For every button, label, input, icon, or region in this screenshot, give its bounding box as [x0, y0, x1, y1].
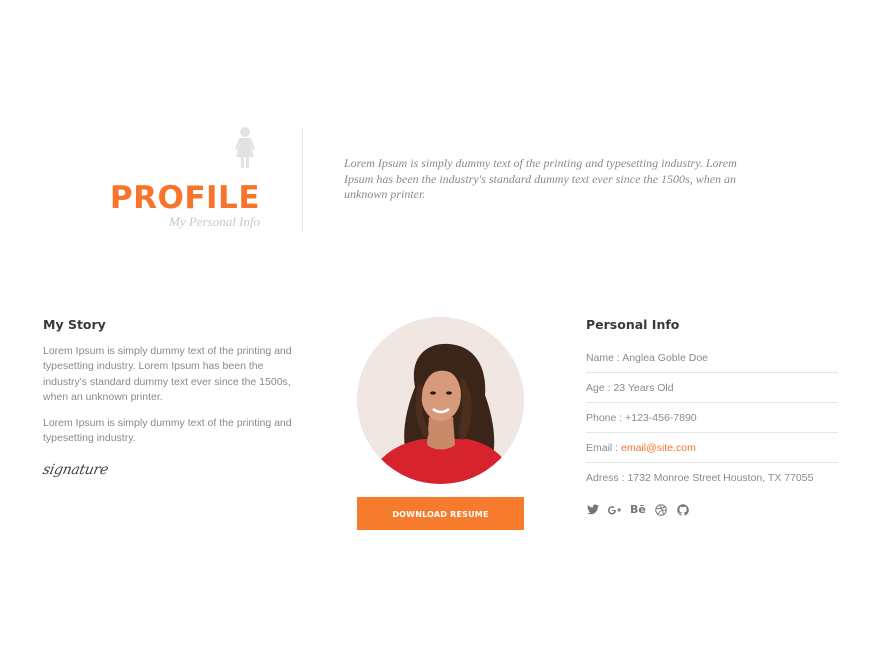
info-row-name: Name : Anglea Goble Doe — [586, 343, 838, 373]
social-links: Bē — [586, 503, 690, 516]
age-value: 23 Years Old — [613, 382, 674, 394]
download-resume-button[interactable]: DOWNLOAD RESUME — [357, 497, 524, 530]
email-label: Email : — [586, 442, 619, 454]
phone-label: Phone : — [586, 412, 623, 424]
age-label: Age : — [586, 382, 611, 394]
signature: signature — [41, 462, 110, 478]
info-row-phone: Phone : +123-456-7890 — [586, 403, 838, 433]
page-title: PROFILE — [109, 180, 260, 216]
story-paragraph: Lorem Ipsum is simply dummy text of the … — [43, 345, 292, 403]
page-subtitle: My Personal Info — [169, 214, 260, 229]
info-heading: Personal Info — [586, 317, 680, 332]
google-plus-icon[interactable] — [608, 503, 621, 516]
name-value: Anglea Goble Doe — [622, 352, 708, 364]
person-female-icon — [228, 126, 262, 170]
address-value: 1732 Monroe Street Houston, TX 77055 — [627, 472, 814, 484]
behance-icon[interactable]: Bē — [630, 503, 646, 516]
story-heading: My Story — [43, 317, 106, 332]
intro-text: Lorem Ipsum is simply dummy text of the … — [344, 156, 737, 201]
twitter-icon[interactable] — [586, 503, 599, 516]
dribbble-icon[interactable] — [655, 503, 668, 516]
story-paragraph: Lorem Ipsum is simply dummy text of the … — [43, 417, 292, 445]
info-row-email: Email : email@site.com — [586, 433, 838, 463]
info-row-age: Age : 23 Years Old — [586, 373, 838, 403]
personal-info-list: Name : Anglea Goble Doe Age : 23 Years O… — [586, 343, 838, 493]
info-row-address: Adress : 1732 Monroe Street Houston, TX … — [586, 463, 838, 493]
phone-value: +123-456-7890 — [625, 412, 697, 424]
name-label: Name : — [586, 352, 620, 364]
github-icon[interactable] — [677, 503, 690, 516]
email-link[interactable]: email@site.com — [621, 442, 696, 454]
profile-photo — [357, 317, 524, 484]
address-label: Adress : — [586, 472, 625, 484]
header-divider — [302, 128, 303, 232]
